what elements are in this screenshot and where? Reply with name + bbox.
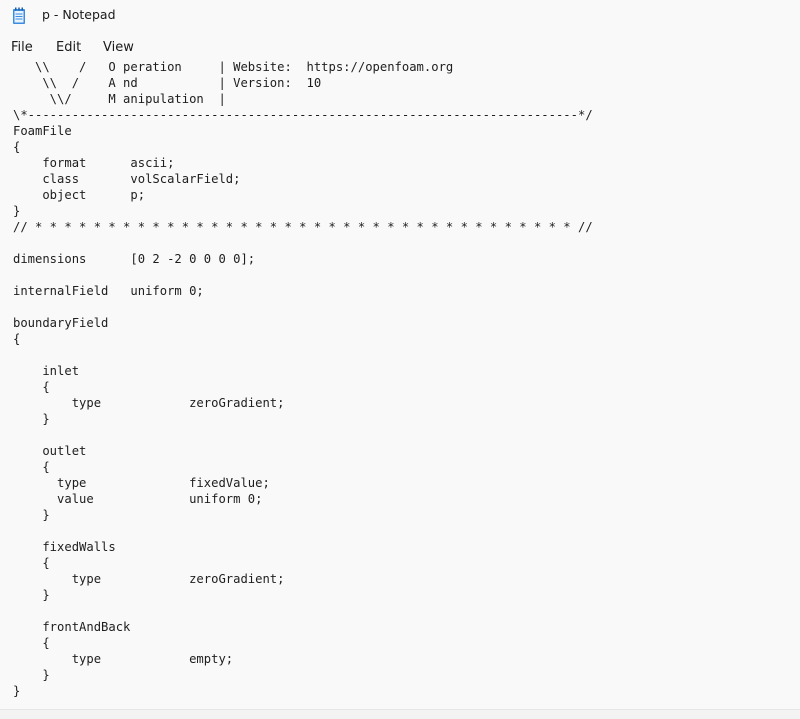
editor-line: type fixedValue; [13,476,270,490]
title-bar[interactable]: p - Notepad [0,0,800,32]
editor-line: internalField uniform 0; [13,284,204,298]
editor-line: // * * * * * * * * * * * * * * * * * * *… [13,220,593,234]
editor-line: } [13,668,50,682]
editor-line: \\ / A nd | Version: 10 [13,76,322,90]
editor-line: \\/ M anipulation | [13,92,226,106]
editor-line: } [13,508,50,522]
editor-line: type empty; [13,652,234,666]
editor-line: \\ / O peration | Website: https://openf… [13,60,454,74]
menu-edit[interactable]: Edit [56,40,81,55]
editor-line: } [13,412,50,426]
editor-line: frontAndBack [13,620,131,634]
editor-line: { [13,460,50,474]
editor-line: value uniform 0; [13,492,263,506]
editor-line: outlet [13,444,87,458]
menu-bar: File Edit View [0,36,800,62]
editor-line: { [13,636,50,650]
editor-line: boundaryField [13,316,109,330]
text-editor[interactable]: \\ / O peration | Website: https://openf… [0,60,800,708]
editor-line: fixedWalls [13,540,116,554]
editor-line: { [13,556,50,570]
editor-line: \*--------------------------------------… [13,108,593,122]
editor-line: } [13,684,21,698]
window-title: p - Notepad [42,7,116,22]
editor-line: format ascii; [13,156,175,170]
editor-line: type zeroGradient; [13,572,285,586]
editor-line: inlet [13,364,80,378]
editor-line: } [13,204,21,218]
editor-line: type zeroGradient; [13,396,285,410]
editor-line: FoamFile [13,124,72,138]
editor-line: { [13,380,50,394]
menu-view[interactable]: View [103,40,134,55]
editor-line: { [13,332,21,346]
notepad-icon [12,7,26,25]
menu-file[interactable]: File [11,40,33,55]
editor-line: } [13,588,50,602]
editor-line: class volScalarField; [13,172,241,186]
editor-line: object p; [13,188,146,202]
editor-line: dimensions [0 2 -2 0 0 0 0]; [13,252,256,266]
editor-line: { [13,140,21,154]
